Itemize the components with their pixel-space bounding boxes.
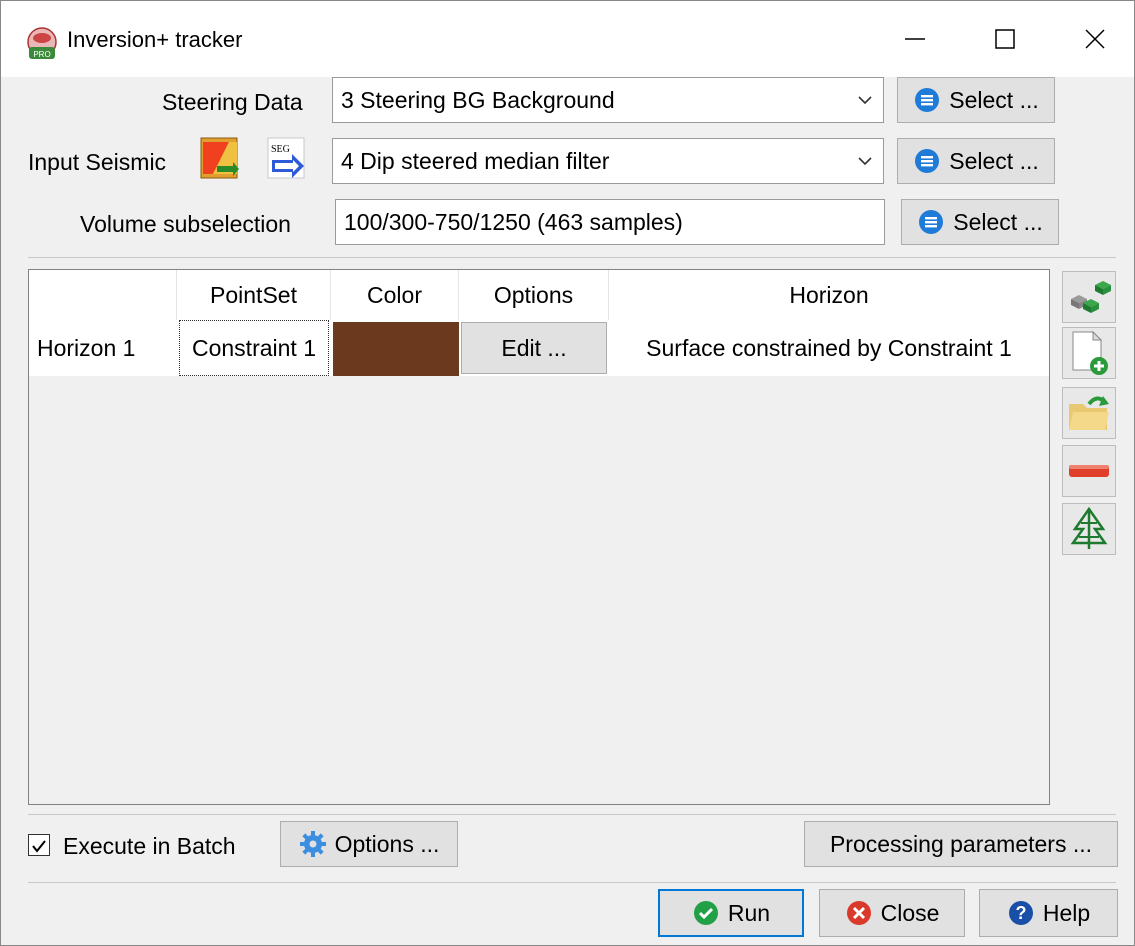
import-seismic-icon[interactable] [199, 136, 239, 184]
svg-text:?: ? [1015, 903, 1026, 923]
close-x-icon [846, 901, 871, 925]
remove-button[interactable] [1062, 445, 1116, 497]
run-check-icon [693, 901, 718, 925]
remove-icon [1069, 465, 1109, 477]
steering-data-label: Steering Data [162, 89, 303, 115]
chevron-down-icon [858, 96, 872, 105]
horizon-table: PointSet Color Options Horizon Horizon 1… [28, 269, 1050, 805]
chevron-down-icon [858, 157, 872, 166]
help-icon: ? [1008, 901, 1033, 925]
add-from-pointset-button[interactable] [1062, 271, 1116, 323]
run-label: Run [727, 899, 771, 926]
steering-data-combo[interactable]: 3 Steering BG Background [332, 77, 884, 123]
column-header-horizon[interactable]: Horizon [609, 270, 1049, 320]
row-header-horizon-1[interactable]: Horizon 1 [29, 320, 177, 376]
checkmark-icon [32, 840, 46, 853]
close-label: Close [880, 899, 940, 926]
table-empty-area [177, 376, 1049, 804]
volume-subselection-field[interactable]: 100/300-750/1250 (463 samples) [335, 199, 885, 245]
column-header-options[interactable]: Options [459, 270, 609, 320]
tree-icon [1070, 507, 1108, 549]
maximize-button[interactable] [961, 1, 1049, 77]
input-seismic-combo[interactable]: 4 Dip steered median filter [332, 138, 884, 184]
open-folder-icon [1069, 396, 1109, 430]
help-label: Help [1042, 899, 1091, 926]
input-select-label: Select ... [949, 147, 1039, 174]
separator [28, 882, 1116, 883]
execute-batch-checkbox[interactable] [28, 834, 50, 856]
column-header-pointset[interactable]: PointSet [177, 270, 331, 320]
table-corner [29, 270, 177, 320]
options-label: Options ... [334, 830, 440, 857]
steering-data-value: 3 Steering BG Background [341, 87, 615, 113]
separator [28, 814, 1116, 815]
color-cell[interactable] [333, 322, 459, 376]
processing-parameters-button[interactable]: Processing parameters ... [804, 821, 1118, 867]
pointset-icon [1071, 281, 1111, 313]
options-button[interactable]: Options ... [280, 821, 458, 867]
svg-text:SEG: SEG [271, 144, 290, 155]
column-header-color[interactable]: Color [331, 270, 459, 320]
steering-select-button[interactable]: Select ... [897, 77, 1055, 123]
app-logo-icon: PRO [27, 27, 57, 59]
steering-select-label: Select ... [949, 86, 1039, 113]
processing-parameters-label: Processing parameters ... [829, 830, 1093, 857]
new-file-icon [1072, 330, 1108, 375]
window-title: Inversion+ tracker [67, 27, 243, 52]
volume-select-button[interactable]: Select ... [901, 199, 1059, 245]
title-bar: PRO Inversion+ tracker [1, 1, 1134, 77]
list-icon [919, 210, 944, 234]
new-horizon-button[interactable] [1062, 327, 1116, 379]
separator [28, 257, 1116, 258]
horizon-cell[interactable]: Surface constrained by Constraint 1 [609, 320, 1049, 376]
gear-icon [299, 831, 326, 857]
segy-import-icon[interactable]: SEG [266, 136, 306, 184]
svg-text:PRO: PRO [33, 50, 50, 59]
tree-button[interactable] [1062, 503, 1116, 555]
open-button[interactable] [1062, 387, 1116, 439]
volume-subselection-label: Volume subselection [80, 211, 291, 237]
minimize-icon [905, 38, 925, 40]
minimize-button[interactable] [871, 1, 959, 77]
edit-options-button[interactable]: Edit ... [461, 322, 607, 374]
volume-select-label: Select ... [953, 208, 1043, 235]
execute-batch-label[interactable]: Execute in Batch [63, 833, 236, 860]
input-select-button[interactable]: Select ... [897, 138, 1055, 184]
run-button[interactable]: Run [658, 889, 804, 937]
volume-subselection-value: 100/300-750/1250 (463 samples) [344, 209, 683, 235]
close-window-button[interactable] [1051, 1, 1135, 77]
maximize-icon [995, 29, 1015, 49]
help-button[interactable]: ? Help [979, 889, 1118, 937]
list-icon [915, 88, 940, 112]
close-button[interactable]: Close [819, 889, 965, 937]
close-icon [1085, 29, 1105, 49]
input-seismic-label: Input Seismic [28, 149, 167, 175]
row-header-area [29, 376, 177, 804]
list-icon [915, 149, 940, 173]
pointset-cell[interactable]: Constraint 1 [179, 320, 329, 376]
input-seismic-value: 4 Dip steered median filter [341, 148, 610, 174]
tracker-window: PRO Inversion+ tracker Steering Data 3 S… [0, 0, 1135, 946]
